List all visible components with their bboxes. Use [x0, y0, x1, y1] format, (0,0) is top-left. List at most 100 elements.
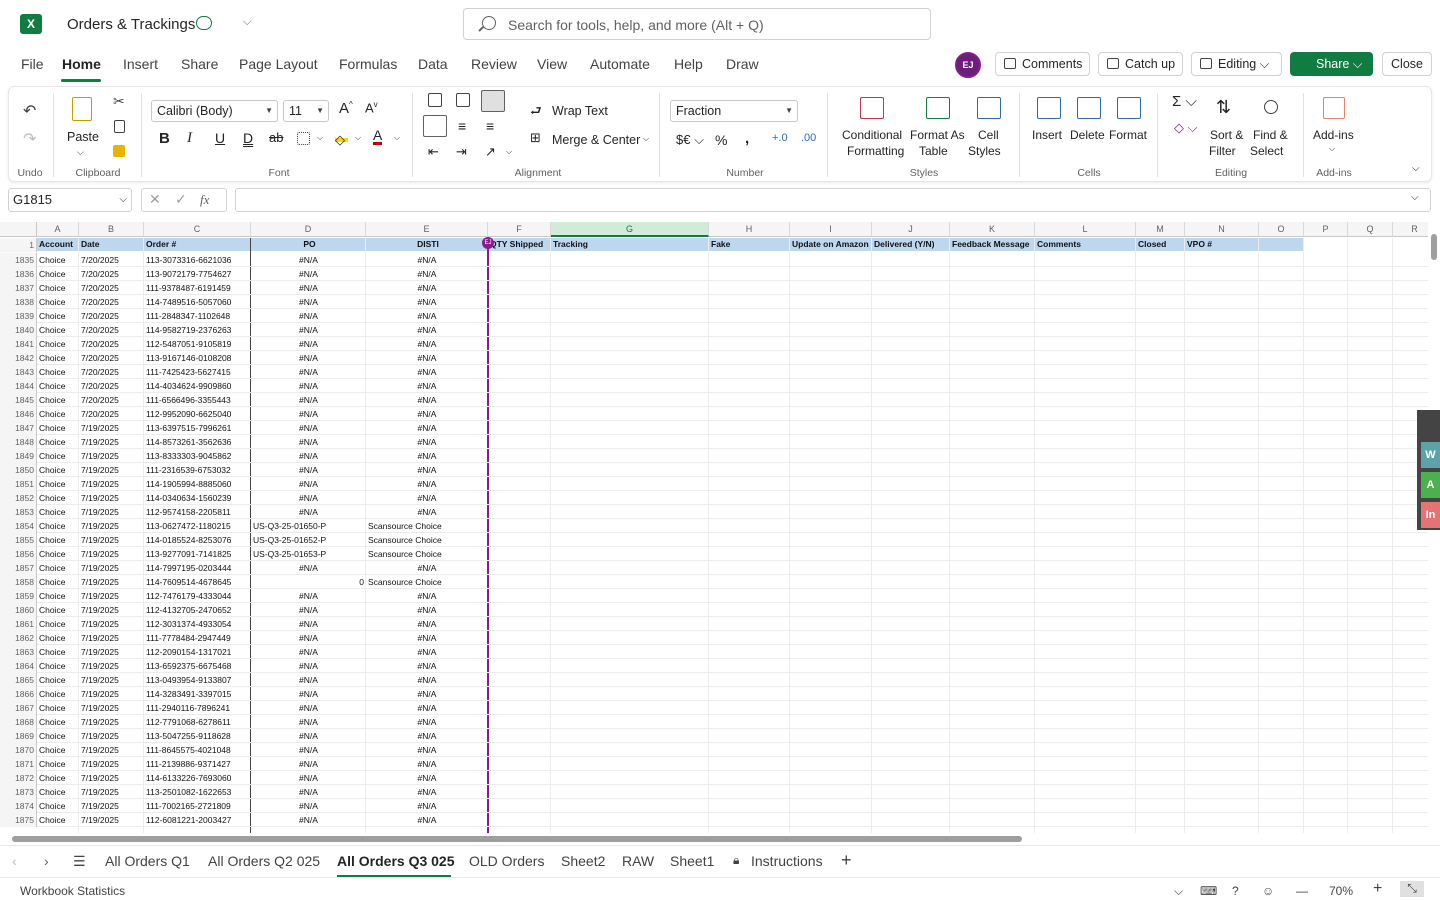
wrap-text-button[interactable]: Wrap Text [552, 104, 608, 118]
find-icon[interactable] [1264, 100, 1278, 114]
table-cell[interactable]: #N/A [368, 421, 486, 435]
header-cell[interactable]: PO [251, 238, 366, 251]
table-cell[interactable]: #N/A [253, 687, 364, 701]
table-cell[interactable]: #N/A [368, 561, 486, 575]
table-cell[interactable]: #N/A [253, 393, 364, 407]
horizontal-scrollbar[interactable] [0, 833, 1428, 845]
table-cell[interactable]: #N/A [253, 491, 364, 505]
table-cell[interactable]: 111-2940116-7896241 [146, 701, 249, 715]
select-all-corner[interactable] [0, 222, 37, 237]
table-cell[interactable]: #N/A [368, 771, 486, 785]
row-header[interactable]: 1855 [0, 533, 37, 547]
table-cell[interactable]: Choice [39, 393, 77, 407]
table-cell[interactable]: US-Q3-25-01650-P [253, 519, 364, 533]
double-underline-icon[interactable]: D [243, 130, 253, 146]
table-cell[interactable]: 114-9582719-2376263 [146, 323, 249, 337]
table-cell[interactable]: 0 [253, 575, 364, 589]
table-cell[interactable]: #N/A [368, 757, 486, 771]
row-header[interactable]: 1874 [0, 799, 37, 813]
table-cell[interactable]: 114-7997195-0203444 [146, 561, 249, 575]
catch-up-button[interactable]: Catch up [1098, 52, 1183, 76]
table-cell[interactable]: #N/A [368, 687, 486, 701]
cloud-saved-icon[interactable] [196, 16, 212, 30]
row-header[interactable]: 1836 [0, 267, 37, 281]
table-cell[interactable]: #N/A [253, 743, 364, 757]
table-cell[interactable]: 114-8573261-3562636 [146, 435, 249, 449]
horizontal-scroll-thumb[interactable] [12, 836, 1022, 842]
row-header[interactable]: 1849 [0, 449, 37, 463]
document-title[interactable]: Orders & Trackings [67, 16, 195, 33]
table-cell[interactable]: #N/A [368, 505, 486, 519]
table-cell[interactable]: 7/19/2025 [81, 687, 142, 701]
table-cell[interactable]: 114-7609514-4678645 [146, 575, 249, 589]
table-cell[interactable]: #N/A [368, 351, 486, 365]
table-cell[interactable]: 114-1905994-8885060 [146, 477, 249, 491]
table-cell[interactable]: Choice [39, 645, 77, 659]
table-cell[interactable]: 113-8333303-9045862 [146, 449, 249, 463]
table-cell[interactable]: Choice [39, 589, 77, 603]
column-header-e[interactable]: E [366, 222, 488, 237]
table-cell[interactable]: 114-7489516-5057060 [146, 295, 249, 309]
table-cell[interactable]: #N/A [368, 673, 486, 687]
table-cell[interactable]: Choice [39, 267, 77, 281]
table-cell[interactable]: 7/19/2025 [81, 617, 142, 631]
avatar[interactable]: EJ [955, 52, 981, 78]
table-cell[interactable]: 7/19/2025 [81, 477, 142, 491]
cut-icon[interactable]: ✂ [113, 93, 125, 110]
align-bottom-icon[interactable] [481, 90, 505, 112]
table-cell[interactable]: Choice [39, 659, 77, 673]
table-cell[interactable]: #N/A [368, 463, 486, 477]
table-cell[interactable]: #N/A [253, 701, 364, 715]
table-cell[interactable]: #N/A [368, 645, 486, 659]
delete-cells-icon[interactable] [1077, 97, 1101, 119]
row-header[interactable]: 1871 [0, 757, 37, 771]
header-cell[interactable]: Tracking [551, 238, 709, 251]
font-name-select[interactable]: Calibri (Body) ▼ [151, 100, 278, 122]
cell-styles-label-1[interactable]: Cell [978, 128, 999, 142]
table-cell[interactable]: #N/A [368, 379, 486, 393]
menu-help[interactable]: Help [674, 56, 703, 72]
table-cell[interactable]: 112-2090154-1317021 [146, 645, 249, 659]
table-cell[interactable]: #N/A [253, 631, 364, 645]
table-cell[interactable]: 7/19/2025 [81, 575, 142, 589]
table-cell[interactable]: 113-6397515-7996261 [146, 421, 249, 435]
table-cell[interactable]: Choice [39, 421, 77, 435]
table-cell[interactable]: Choice [39, 323, 77, 337]
table-cell[interactable]: 114-6133226-7693060 [146, 771, 249, 785]
row-header[interactable]: 1840 [0, 323, 37, 337]
table-cell[interactable]: #N/A [253, 379, 364, 393]
table-cell[interactable]: #N/A [253, 561, 364, 575]
table-cell[interactable]: Scansource Choice [368, 519, 486, 533]
table-cell[interactable]: #N/A [253, 505, 364, 519]
table-cell[interactable]: 7/20/2025 [81, 309, 142, 323]
confirm-icon[interactable]: ✓ [175, 191, 187, 208]
row-header[interactable]: 1870 [0, 743, 37, 757]
table-cell[interactable]: Choice [39, 617, 77, 631]
percent-icon[interactable]: % [715, 132, 727, 148]
table-cell[interactable]: 7/19/2025 [81, 561, 142, 575]
paste-button[interactable]: Paste [67, 130, 99, 144]
table-cell[interactable]: 111-8645575-4021048 [146, 743, 249, 757]
chevron-down-icon[interactable]: ⌵ [506, 147, 512, 157]
table-cell[interactable]: 113-9167146-0108208 [146, 351, 249, 365]
strikethrough-icon[interactable]: ab [269, 130, 283, 145]
table-cell[interactable]: 7/19/2025 [81, 589, 142, 603]
row-header[interactable]: 1851 [0, 477, 37, 491]
column-header-o[interactable]: O [1259, 222, 1304, 237]
table-cell[interactable]: 112-7476179-4333044 [146, 589, 249, 603]
tab-scroll-right-icon[interactable]: › [44, 853, 49, 869]
table-cell[interactable]: 7/19/2025 [81, 673, 142, 687]
borders-icon[interactable] [297, 132, 310, 145]
table-cell[interactable]: #N/A [253, 435, 364, 449]
table-cell[interactable]: 113-5047255-9118628 [146, 729, 249, 743]
table-cell[interactable]: #N/A [368, 435, 486, 449]
table-cell[interactable]: 113-0493954-9133807 [146, 673, 249, 687]
table-cell[interactable]: 111-2848347-1102648 [146, 309, 249, 323]
table-cell[interactable]: #N/A [253, 771, 364, 785]
table-cell[interactable]: #N/A [253, 785, 364, 799]
chevron-down-icon[interactable]: ⌵ [317, 133, 323, 143]
copy-icon[interactable] [114, 120, 125, 133]
number-format-select[interactable]: Fraction ▼ [670, 100, 798, 122]
row-header[interactable]: 1858 [0, 575, 37, 589]
table-cell[interactable]: 113-3073316-6621036 [146, 253, 249, 267]
